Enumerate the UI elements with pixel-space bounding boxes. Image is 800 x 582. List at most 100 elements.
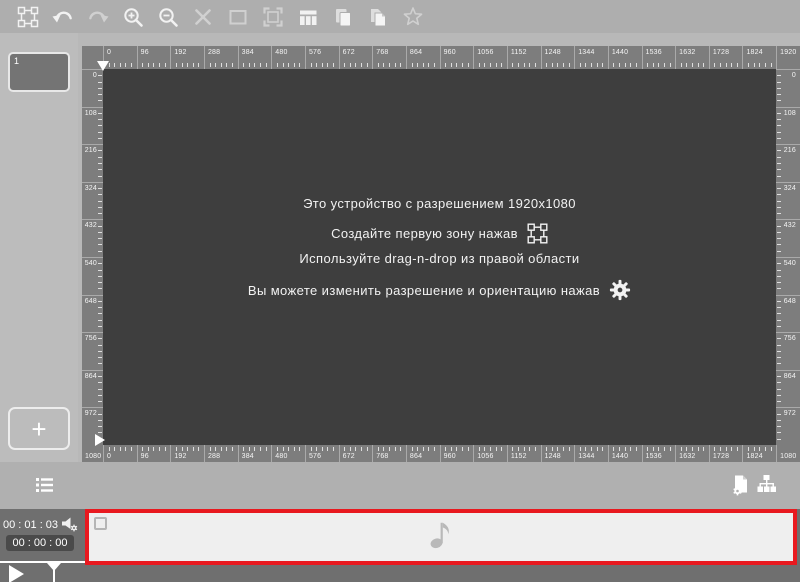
sitemap-icon: [757, 475, 776, 492]
play-button[interactable]: [9, 565, 24, 582]
hint-settings-row: Вы можете изменить разрешение и ориентац…: [248, 279, 631, 301]
ruler-cell: 1632: [675, 46, 709, 69]
ruler-cell: 540: [82, 256, 103, 295]
ruler-cell: 648: [82, 294, 103, 333]
hint-create-zone-row: Создайте первую зону нажав: [331, 223, 548, 244]
create-zone-icon: [527, 223, 548, 244]
hint-resolution: Это устройство с разрешением 1920x1080: [303, 196, 576, 211]
ruler-cell: 432: [776, 219, 800, 257]
ruler-cell: 480: [271, 445, 305, 462]
ruler-cell: 864: [776, 369, 800, 408]
ruler-corner: 1080: [85, 453, 102, 460]
fit-selection-icon: [263, 6, 283, 27]
toolbar: [0, 0, 800, 33]
assets-bar: [0, 462, 800, 509]
zoom-out-icon: [159, 7, 178, 27]
ruler-cell: 0: [776, 69, 800, 107]
ruler-cell: 216: [82, 144, 103, 182]
ruler-corner: [82, 46, 109, 71]
ruler-cell: 1248: [540, 46, 575, 69]
ruler-cell: 1152: [506, 445, 541, 462]
hint-drag-n-drop: Используйте drag-n-drop из правой област…: [299, 251, 580, 266]
ruler-cell: 288: [203, 46, 238, 69]
ruler-pointer-down: [97, 61, 109, 71]
ruler-vertical-right: 0 108 216 324 432 540 648 756 864 972: [776, 69, 800, 445]
ruler-cell: 108: [82, 106, 103, 145]
rectangle-icon: [229, 9, 247, 24]
ruler-cell: 540: [776, 256, 800, 295]
ruler-cell: 216: [776, 144, 800, 182]
plus-icon: +: [31, 413, 47, 444]
ruler-cell: 756: [82, 332, 103, 370]
split-columns-button[interactable]: [297, 6, 319, 28]
screen-layout-editor: 1 + 0 96 192 288 384 480 576 672 768 864 960 1056 11…: [0, 0, 800, 582]
ruler-cell: 1056: [473, 46, 507, 69]
ruler-cell: 756: [776, 332, 800, 370]
rectangle-button[interactable]: [227, 6, 249, 28]
ruler-cell: 0: [103, 445, 137, 462]
pages-sidebar: 1 +: [0, 33, 78, 462]
page-number-label: 1: [14, 56, 20, 66]
zoom-in-button[interactable]: [122, 6, 144, 28]
ruler-cell: 1056: [473, 445, 507, 462]
add-page-button[interactable]: +: [8, 407, 70, 450]
ruler-cell: 480: [271, 46, 305, 69]
ruler-cell: 1536: [641, 445, 676, 462]
ruler-cell: 1728: [708, 445, 743, 462]
ruler-cell: 1344: [574, 46, 608, 69]
ruler-cell: 288: [203, 445, 238, 462]
copy-button[interactable]: [332, 6, 354, 28]
split-columns-icon: [300, 10, 317, 25]
undo-icon: [52, 11, 72, 22]
ruler-cell: 1632: [675, 445, 709, 462]
file-settings-button[interactable]: [732, 474, 750, 499]
ruler-cell: 972: [776, 407, 800, 445]
ruler-cell: 864: [405, 46, 440, 69]
ruler-cell: 96: [136, 445, 171, 462]
device-canvas[interactable]: Это устройство с разрешением 1920x1080 С…: [103, 69, 776, 445]
create-zone-icon: [17, 6, 39, 27]
playhead-line: [53, 563, 55, 582]
hint-change-resolution: Вы можете изменить разрешение и ориентац…: [247, 282, 601, 298]
layout-tree-button[interactable]: [756, 474, 777, 497]
canvas-hints: Это устройство с разрешением 1920x1080 С…: [103, 69, 776, 445]
fit-selection-button[interactable]: [262, 6, 284, 28]
ruler-horizontal-top: 0 96 192 288 384 480 576 672 768 864 960 1056 1152 12…: [82, 46, 800, 71]
file-gear-icon: [733, 475, 747, 496]
ruler-cell: 576: [304, 46, 339, 69]
page-thumbnail[interactable]: 1: [8, 52, 70, 92]
ruler-cell: 648: [776, 294, 800, 333]
timeline: 00 : 01 : 03 00 : 00 : 00: [0, 509, 800, 582]
ruler-cell: 1152: [506, 46, 541, 69]
ruler-cell: 1248: [540, 445, 575, 462]
delete-x-icon: [195, 8, 211, 25]
delete-button[interactable]: [192, 6, 214, 28]
ruler-cell: 672: [338, 46, 373, 69]
zoom-out-button[interactable]: [157, 6, 179, 28]
total-time-label: 00 : 01 : 03: [3, 518, 59, 531]
track-checkbox[interactable]: [94, 517, 107, 530]
ruler-cell: 864: [82, 369, 103, 408]
create-zone-button[interactable]: [17, 6, 39, 28]
paste-icon: [371, 8, 386, 26]
paste-button[interactable]: [367, 6, 389, 28]
undo-button[interactable]: [52, 6, 74, 28]
ruler-cell: 1080: [776, 445, 800, 462]
audio-track[interactable]: [85, 509, 797, 565]
redo-button[interactable]: [87, 6, 109, 28]
timeline-time-panel: 00 : 01 : 03 00 : 00 : 00: [0, 509, 86, 582]
ruler-cell: 0: [82, 69, 103, 107]
playlist-button[interactable]: [36, 477, 53, 496]
editor-mid: 0 108 216 324 432 540 648 756 864 972 Это устройс…: [82, 69, 800, 446]
hint-create-zone: Создайте первую зону нажав: [331, 226, 518, 241]
ruler-cell: 1824: [742, 445, 776, 462]
audio-settings-icon[interactable]: [61, 517, 78, 532]
list-icon: [36, 478, 53, 492]
ruler-cell: 960: [439, 445, 474, 462]
ruler-cell: 768: [372, 46, 406, 69]
editor-area: 0 96 192 288 384 480 576 672 768 864 960 1056 1152 12…: [78, 33, 800, 462]
zoom-in-icon: [124, 7, 143, 27]
current-time-badge: 00 : 00 : 00: [6, 535, 74, 551]
favorites-button[interactable]: [402, 6, 424, 28]
ruler-cell: 192: [170, 445, 204, 462]
